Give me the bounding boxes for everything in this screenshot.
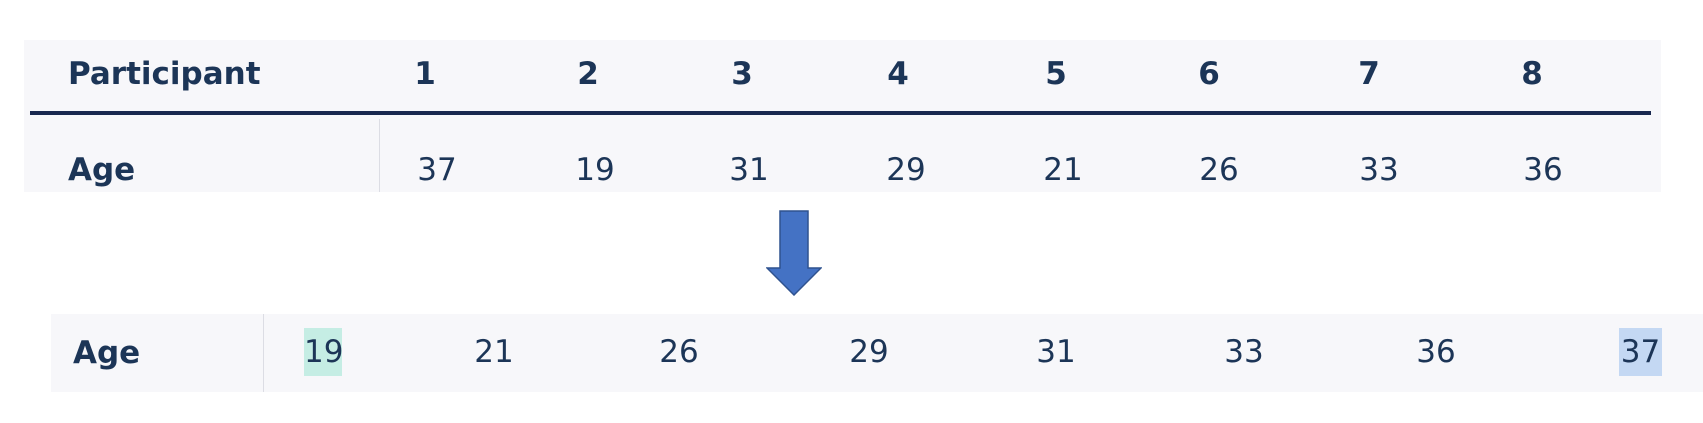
age-row-label: Age [68, 152, 136, 188]
participant-number-1: 1 [414, 56, 436, 92]
age-cell-5: 21 [1043, 152, 1083, 188]
participant-number-5: 5 [1045, 56, 1067, 92]
age-sorting-diagram: Participant 1 2 3 4 5 6 7 8 Age 37 19 31… [0, 0, 1703, 423]
sorted-age-value: 36 [1416, 334, 1456, 370]
header-rule [30, 111, 1651, 115]
sorted-age-value: 26 [659, 334, 699, 370]
participant-age-table: Participant 1 2 3 4 5 6 7 8 Age 37 19 31… [24, 40, 1661, 192]
participant-number-8: 8 [1521, 56, 1543, 92]
age-cell-8: 36 [1523, 152, 1563, 188]
sorted-age-value: 29 [849, 334, 889, 370]
age-cell-7: 33 [1359, 152, 1399, 188]
age-cell-1: 37 [417, 152, 457, 188]
age-cell-4: 29 [886, 152, 926, 188]
participant-number-7: 7 [1358, 56, 1380, 92]
participant-header-label: Participant [68, 56, 261, 92]
down-arrow-icon [766, 210, 822, 296]
age-cell-2: 19 [575, 152, 615, 188]
sorted-age-label: Age [73, 335, 141, 371]
sorted-age-value: 21 [474, 334, 514, 370]
participant-number-4: 4 [887, 56, 909, 92]
participant-number-2: 2 [577, 56, 599, 92]
sorted-age-row: Age 19 21 26 29 31 33 36 37 [51, 314, 1703, 392]
age-cell-6: 26 [1199, 152, 1239, 188]
age-cell-3: 31 [729, 152, 769, 188]
sorted-age-value: 31 [1036, 334, 1076, 370]
sorted-age-max: 37 [1619, 328, 1662, 376]
participant-number-3: 3 [731, 56, 753, 92]
participant-number-6: 6 [1198, 56, 1220, 92]
sorted-label-divider [263, 314, 264, 392]
sorted-age-min: 19 [304, 328, 343, 376]
sorted-age-value: 33 [1224, 334, 1264, 370]
label-column-divider [379, 119, 380, 192]
